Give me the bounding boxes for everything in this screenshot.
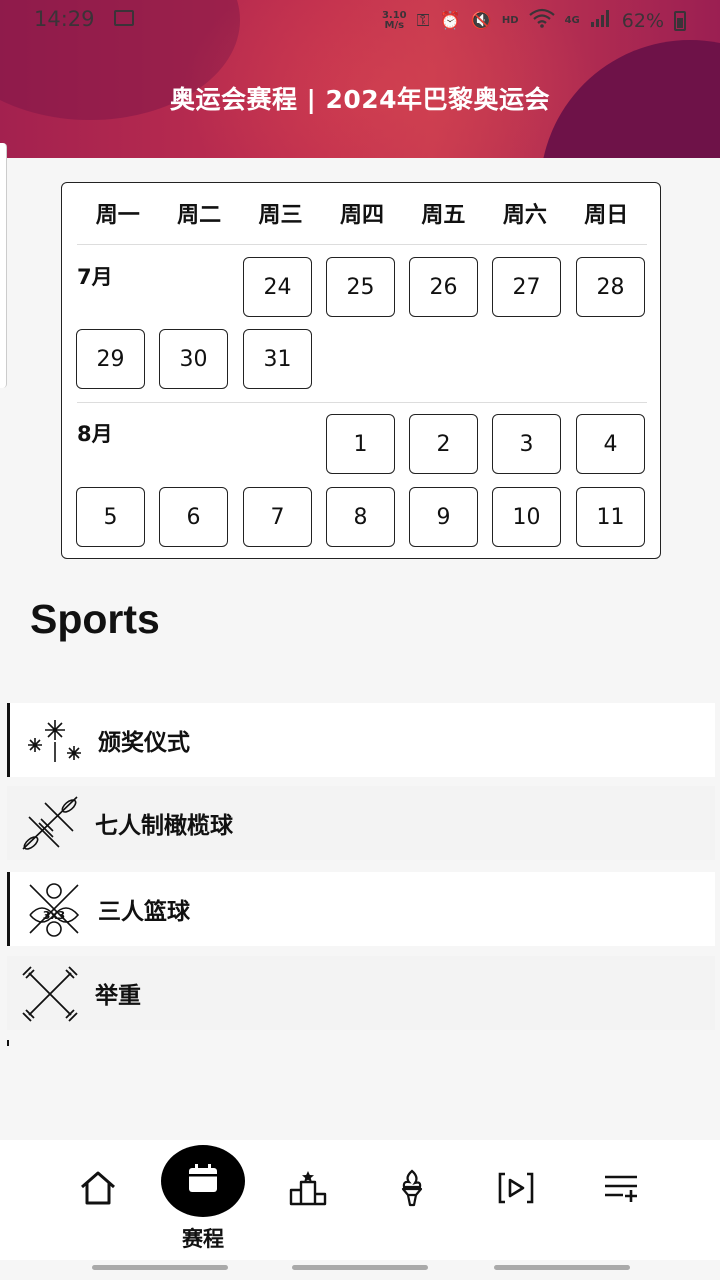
sport-label: 颁奖仪式 bbox=[98, 730, 190, 756]
image-notification-icon bbox=[114, 10, 134, 26]
day-button[interactable]: 6 bbox=[159, 487, 228, 547]
day-button[interactable]: 29 bbox=[76, 329, 145, 389]
battery-percent: 62% bbox=[621, 9, 664, 32]
status-bar: 14:29 3.10 M/s ⚿ ⏰ 🔇 HD 4G 62% bbox=[0, 0, 720, 40]
basketball-3x3-icon: 3x3 bbox=[22, 879, 84, 939]
day-button[interactable]: 27 bbox=[492, 257, 561, 317]
month-label-july: 7月 bbox=[77, 265, 113, 289]
side-drawer-handle[interactable] bbox=[0, 143, 7, 388]
calendar: 周一 周二 周三 周四 周五 周六 周日 7月 24 25 26 27 28 2… bbox=[61, 182, 661, 559]
day-button[interactable]: 26 bbox=[409, 257, 478, 317]
home-icon bbox=[79, 1170, 117, 1210]
gesture-bar bbox=[92, 1265, 228, 1270]
sport-label: 举重 bbox=[95, 983, 141, 1009]
day-button[interactable]: 10 bbox=[492, 487, 561, 547]
day-button[interactable]: 31 bbox=[243, 329, 312, 389]
day-button[interactable]: 3 bbox=[492, 414, 561, 474]
nav-more[interactable] bbox=[571, 1140, 671, 1240]
podium-icon bbox=[288, 1170, 328, 1210]
day-button[interactable]: 24 bbox=[243, 257, 312, 317]
list-indicator bbox=[7, 1040, 9, 1046]
day-button[interactable]: 11 bbox=[576, 487, 645, 547]
nav-schedule-label: 赛程 bbox=[182, 1227, 224, 1251]
calendar-icon bbox=[186, 1163, 220, 1199]
fireworks-icon bbox=[22, 710, 84, 770]
month-label-august: 8月 bbox=[77, 422, 113, 446]
weekday-label: 周一 bbox=[95, 203, 140, 228]
status-time: 14:29 bbox=[34, 7, 95, 31]
battery-icon bbox=[674, 10, 686, 31]
hd-badge: HD bbox=[501, 14, 519, 26]
rugby-sevens-icon bbox=[19, 793, 81, 853]
playlist-add-icon bbox=[603, 1173, 639, 1207]
nav-home[interactable] bbox=[48, 1140, 148, 1240]
sport-label: 七人制橄榄球 bbox=[95, 813, 233, 839]
day-button[interactable]: 28 bbox=[576, 257, 645, 317]
wifi-icon bbox=[528, 8, 555, 33]
weekday-label: 周日 bbox=[584, 203, 629, 228]
gesture-bar bbox=[494, 1265, 630, 1270]
mute-icon: 🔇 bbox=[470, 10, 492, 31]
day-button[interactable]: 2 bbox=[409, 414, 478, 474]
alarm-icon: ⏰ bbox=[439, 10, 461, 31]
page-title: 奥运会赛程 | 2024年巴黎奥运会 bbox=[169, 85, 551, 114]
weekday-label: 周四 bbox=[339, 203, 384, 228]
sport-label: 三人篮球 bbox=[98, 899, 190, 925]
day-button[interactable]: 7 bbox=[243, 487, 312, 547]
nav-medals[interactable] bbox=[258, 1140, 358, 1240]
sport-item-3x3-basketball[interactable]: 3x3 三人篮球 bbox=[7, 872, 715, 946]
weekday-label: 周三 bbox=[258, 203, 303, 228]
bottom-nav: 赛程 bbox=[0, 1140, 720, 1260]
day-button[interactable]: 30 bbox=[159, 329, 228, 389]
day-button[interactable]: 1 bbox=[326, 414, 395, 474]
nav-torch[interactable] bbox=[362, 1140, 462, 1240]
torch-icon bbox=[397, 1169, 427, 1211]
weekday-label: 周二 bbox=[177, 203, 222, 228]
gesture-bar bbox=[292, 1265, 428, 1270]
signal-icon bbox=[590, 9, 612, 32]
play-icon bbox=[498, 1171, 534, 1209]
svg-text:3x3: 3x3 bbox=[43, 909, 65, 922]
divider bbox=[77, 402, 647, 403]
sport-item-victory-ceremony[interactable]: 颁奖仪式 bbox=[7, 703, 715, 777]
net-speed: 3.10 M/s bbox=[381, 9, 407, 31]
weekday-label: 周六 bbox=[502, 203, 547, 228]
sports-heading: Sports bbox=[30, 596, 160, 642]
weekday-row: 周一 周二 周三 周四 周五 周六 周日 bbox=[77, 197, 647, 229]
weightlifting-icon bbox=[19, 963, 81, 1023]
weekday-label: 周五 bbox=[421, 203, 466, 228]
day-button[interactable]: 9 bbox=[409, 487, 478, 547]
sport-item-weightlifting[interactable]: 举重 bbox=[7, 956, 715, 1030]
nav-schedule[interactable] bbox=[161, 1145, 245, 1217]
network-type: 4G bbox=[564, 14, 580, 26]
day-button[interactable]: 25 bbox=[326, 257, 395, 317]
day-button[interactable]: 8 bbox=[326, 487, 395, 547]
sport-item-rugby-sevens[interactable]: 七人制橄榄球 bbox=[7, 786, 715, 860]
nav-videos[interactable] bbox=[466, 1140, 566, 1240]
day-button[interactable]: 4 bbox=[576, 414, 645, 474]
day-button[interactable]: 5 bbox=[76, 487, 145, 547]
divider bbox=[77, 244, 647, 245]
key-icon: ⚿ bbox=[416, 10, 430, 31]
